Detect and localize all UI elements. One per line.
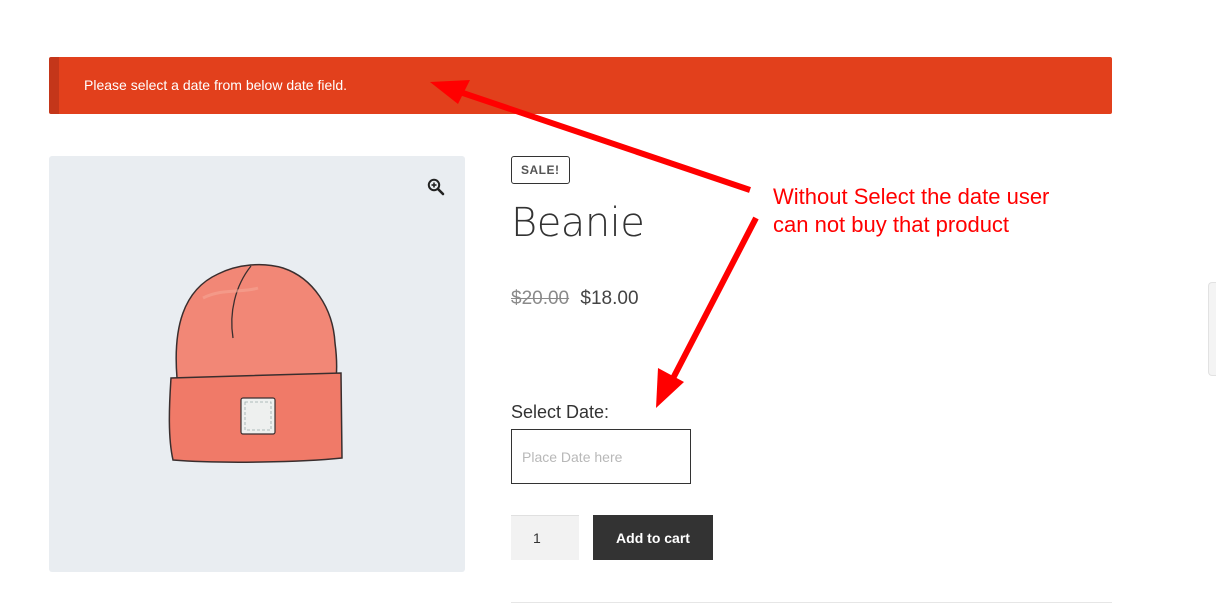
zoom-in-icon[interactable] <box>427 178 445 196</box>
error-notice: Please select a date from below date fie… <box>49 57 1112 114</box>
annotation-text: Without Select the date user can not buy… <box>773 183 1113 239</box>
add-to-cart-button[interactable]: Add to cart <box>593 515 713 560</box>
date-label: Select Date: <box>511 402 610 422</box>
quantity-input[interactable] <box>511 515 579 560</box>
annotation-line-1: Without Select the date user <box>773 184 1050 209</box>
arrow-to-date <box>665 216 759 390</box>
price: $20.00 $18.00 <box>511 288 639 310</box>
sale-price: $18.00 <box>580 288 639 309</box>
divider <box>511 602 1112 603</box>
product-gallery <box>49 156 465 572</box>
sale-badge: SALE! <box>511 156 570 184</box>
side-tab[interactable] <box>1208 282 1216 376</box>
notice-text: Please select a date from below date fie… <box>84 77 348 93</box>
arrow-head-date <box>656 368 684 408</box>
date-input[interactable] <box>511 429 691 484</box>
annotation-line-2: can not buy that product <box>773 212 1010 237</box>
product-image <box>168 263 343 463</box>
regular-price: $20.00 <box>511 288 570 309</box>
product-title: Beanie <box>511 200 645 246</box>
